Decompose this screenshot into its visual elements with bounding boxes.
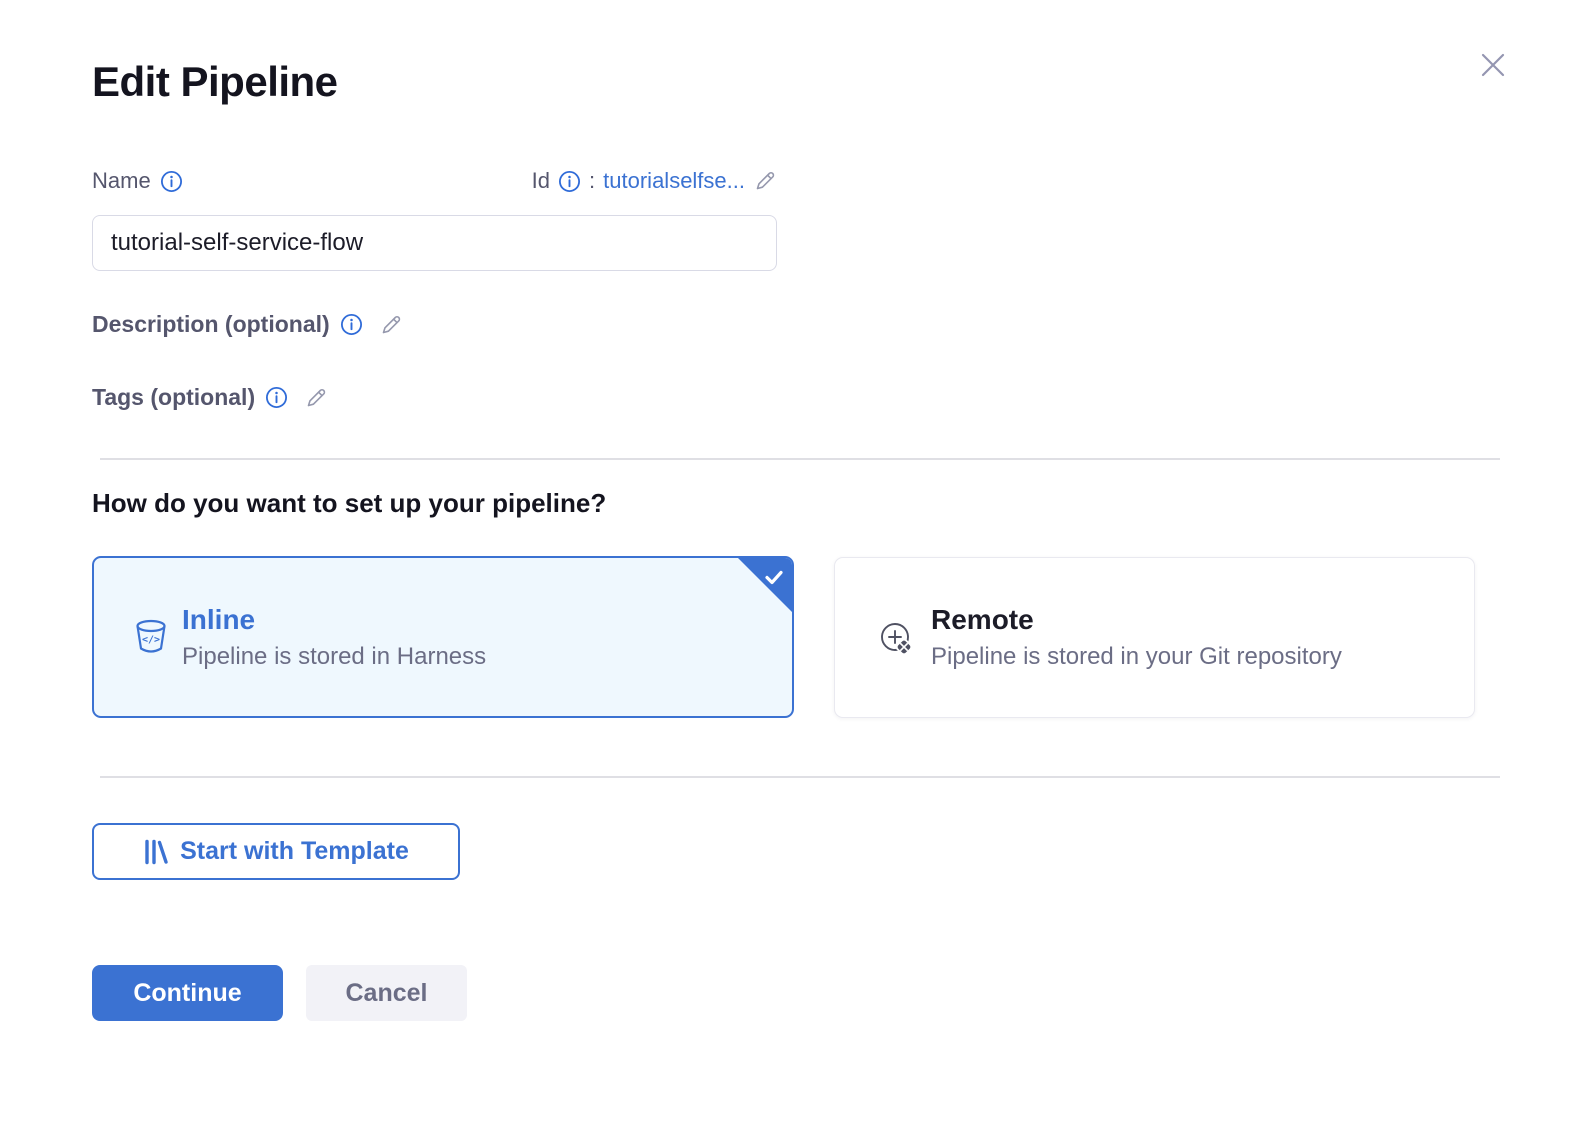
- close-button[interactable]: [1468, 40, 1518, 90]
- continue-label: Continue: [133, 979, 241, 1007]
- start-with-template-button[interactable]: Start with Template: [92, 823, 460, 880]
- pipeline-name-input[interactable]: [92, 215, 777, 271]
- pipeline-id-link[interactable]: tutorialselfse...: [603, 168, 745, 194]
- remote-card-content: Remote Pipeline is stored in your Git re…: [835, 558, 1474, 717]
- edit-pipeline-modal: Edit Pipeline Name Id: [0, 0, 1594, 1134]
- cancel-button[interactable]: Cancel: [306, 965, 467, 1021]
- name-label-group: Name: [92, 168, 183, 194]
- tags-edit-icon[interactable]: [304, 386, 328, 410]
- remote-card-text: Remote Pipeline is stored in your Git re…: [931, 604, 1342, 671]
- description-row: Description (optional): [92, 311, 403, 338]
- id-info-icon[interactable]: [558, 170, 581, 193]
- inline-card-text: Inline Pipeline is stored in Harness: [182, 604, 486, 671]
- tags-row: Tags (optional): [92, 384, 328, 411]
- inline-card-title: Inline: [182, 604, 486, 636]
- continue-button[interactable]: Continue: [92, 965, 283, 1021]
- setup-question-heading: How do you want to set up your pipeline?: [92, 488, 606, 519]
- id-edit-icon[interactable]: [753, 169, 777, 193]
- close-icon: [1477, 49, 1509, 81]
- id-separator: :: [589, 168, 595, 194]
- template-library-icon: [143, 838, 169, 866]
- cancel-label: Cancel: [346, 979, 428, 1007]
- tags-info-icon[interactable]: [265, 386, 288, 409]
- divider: [100, 458, 1500, 460]
- tags-label: Tags (optional): [92, 384, 255, 411]
- start-with-template-label: Start with Template: [180, 837, 409, 866]
- remote-card-description: Pipeline is stored in your Git repositor…: [931, 643, 1342, 671]
- remote-git-icon: [875, 617, 917, 659]
- inline-card-content: </> Inline Pipeline is stored in Harness: [94, 558, 792, 716]
- store-type-card-inline[interactable]: </> Inline Pipeline is stored in Harness: [92, 556, 794, 718]
- selected-check-icon: [762, 565, 786, 589]
- remote-card-title: Remote: [931, 604, 1342, 636]
- id-label: Id: [532, 168, 550, 194]
- name-label: Name: [92, 168, 151, 194]
- description-label: Description (optional): [92, 311, 330, 338]
- description-info-icon[interactable]: [340, 313, 363, 336]
- svg-text:</>: </>: [142, 635, 160, 646]
- divider: [100, 776, 1500, 778]
- inline-code-bucket-icon: </>: [134, 618, 168, 656]
- name-id-row: Name Id : tutorialselfse...: [92, 168, 777, 194]
- store-type-card-remote[interactable]: Remote Pipeline is stored in your Git re…: [834, 557, 1475, 718]
- inline-card-description: Pipeline is stored in Harness: [182, 643, 486, 671]
- name-info-icon[interactable]: [160, 170, 183, 193]
- description-edit-icon[interactable]: [379, 313, 403, 337]
- page-title: Edit Pipeline: [92, 58, 338, 106]
- pipeline-id-group: Id : tutorialselfse...: [532, 168, 777, 194]
